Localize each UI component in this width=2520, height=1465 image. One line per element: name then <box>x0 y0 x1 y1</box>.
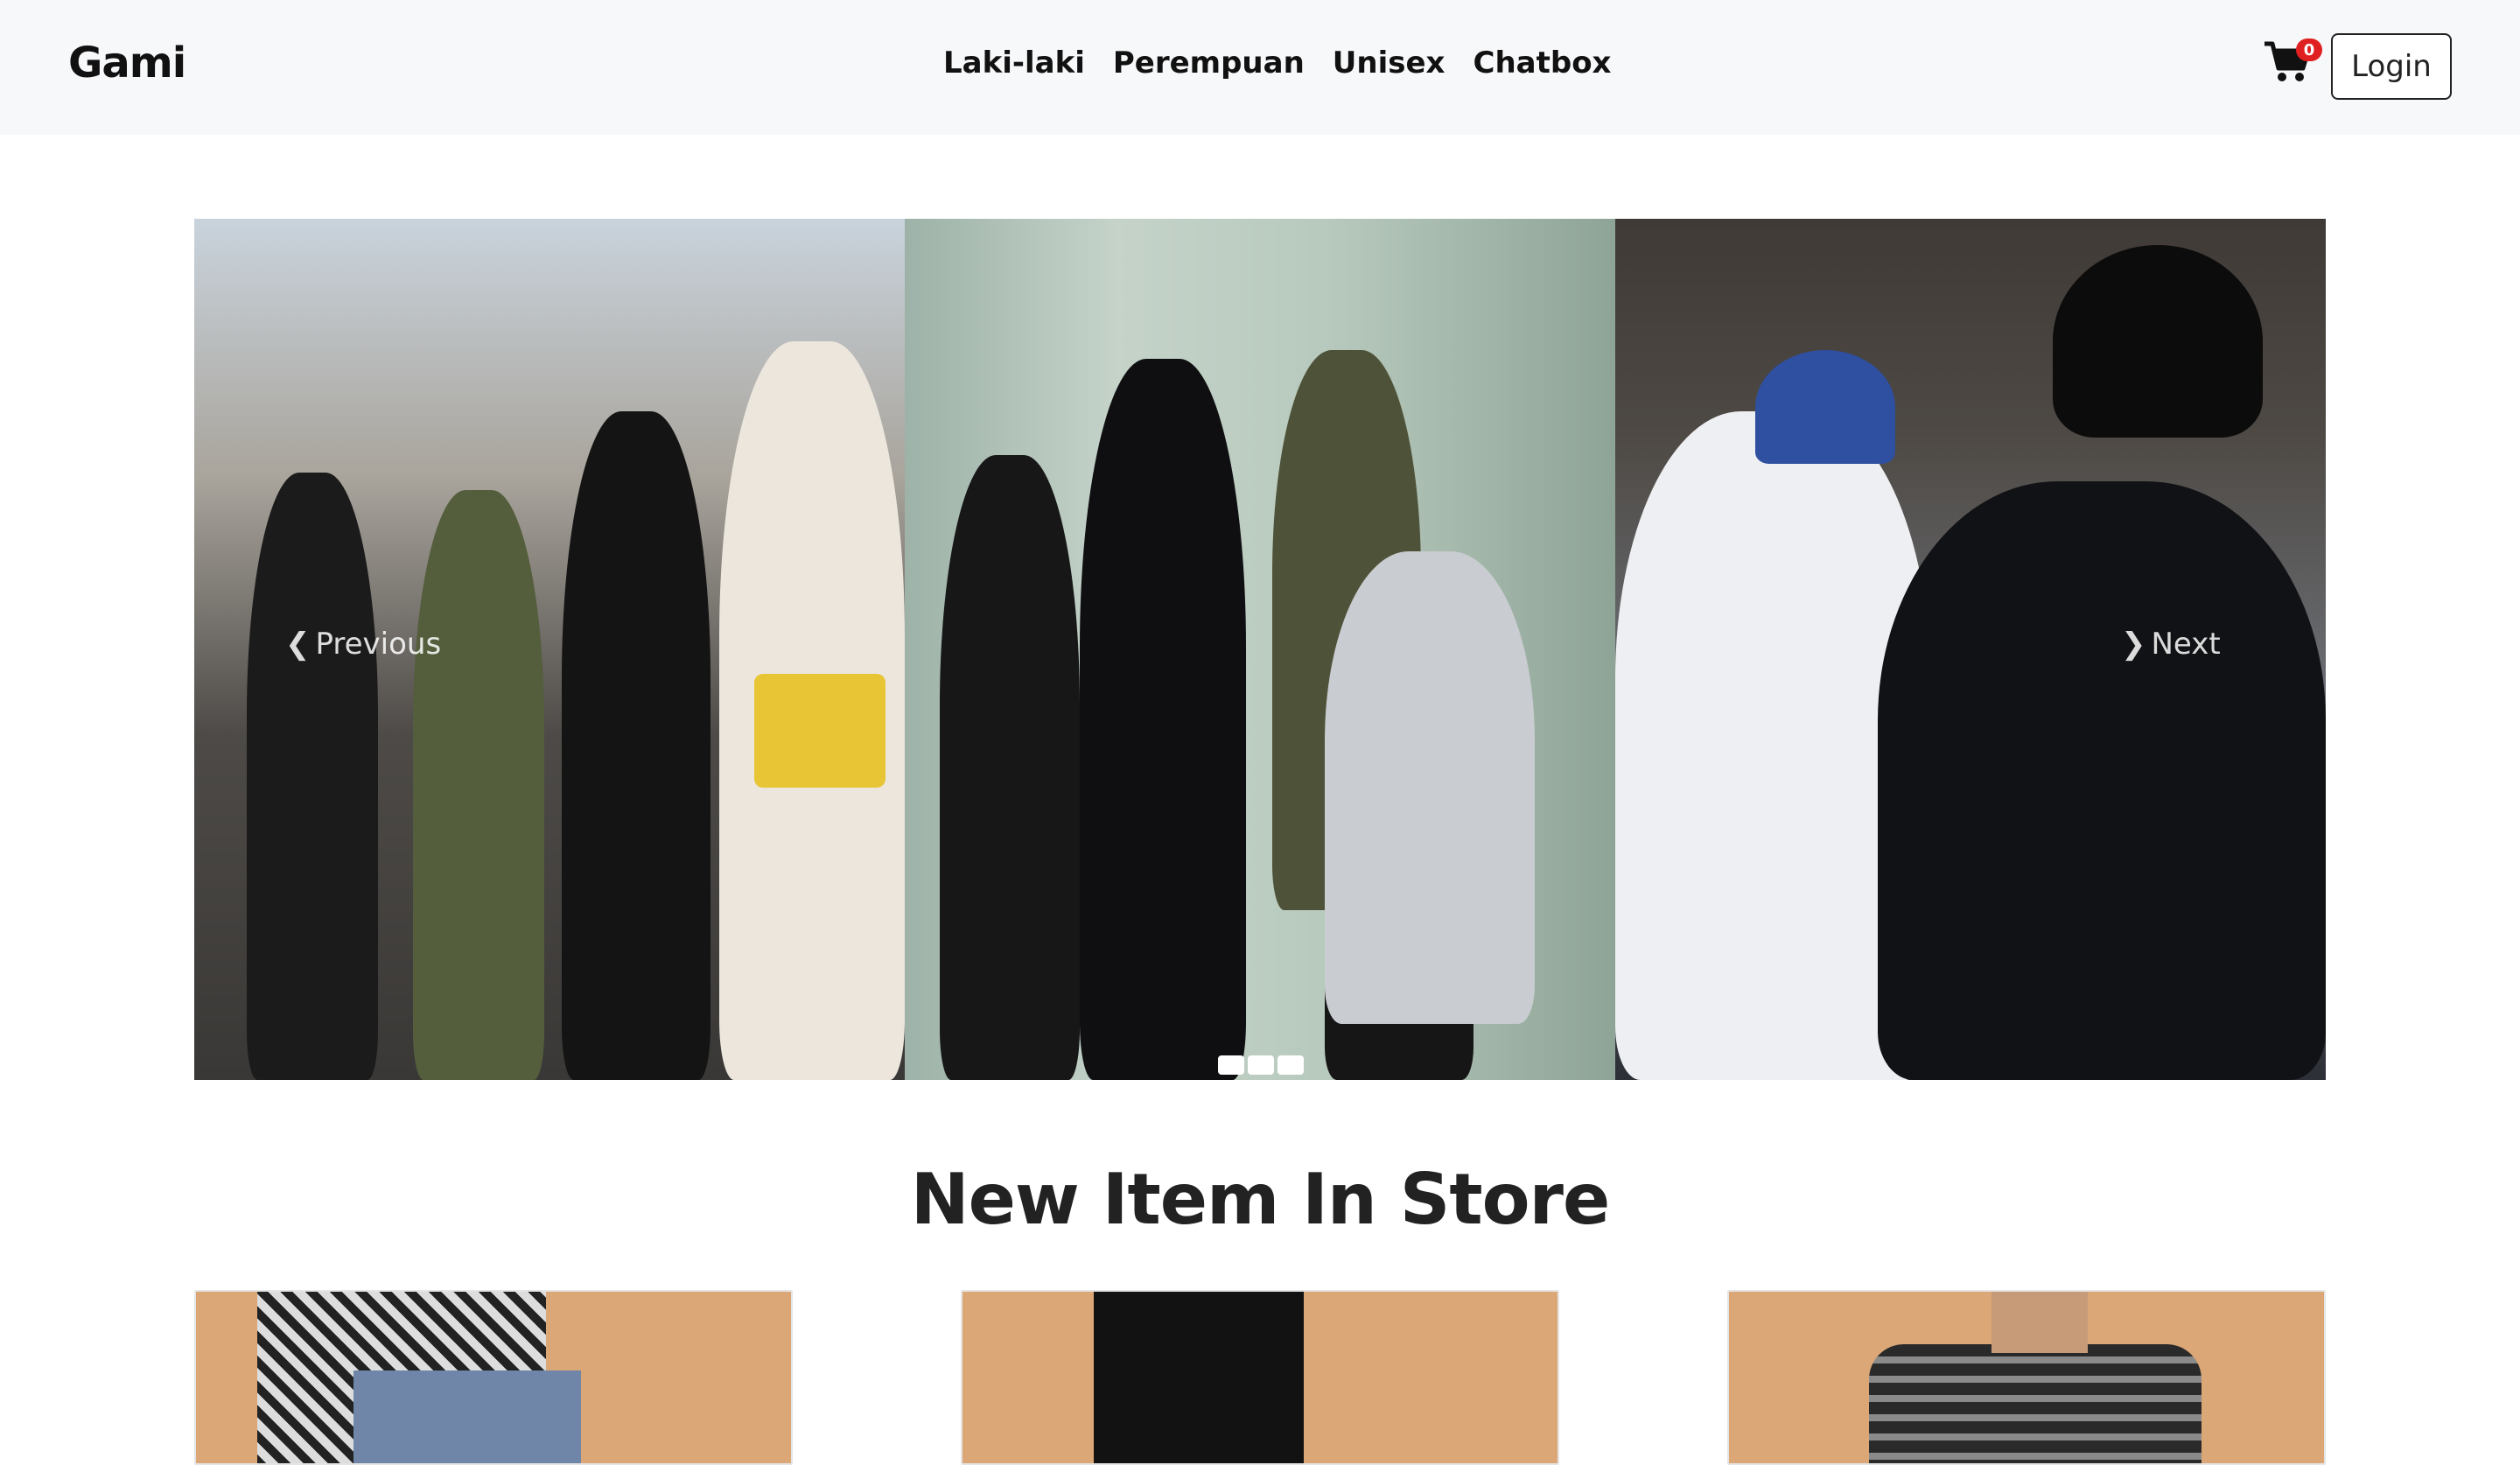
slide-figure <box>413 490 544 1080</box>
carousel-prev-label: Previous <box>315 627 442 662</box>
chevron-right-icon: ❯ <box>2121 627 2146 662</box>
slide-figure <box>1878 481 2326 1080</box>
carousel-next-label: Next <box>2151 627 2221 662</box>
product-image-neck <box>1992 1292 2088 1353</box>
nav-link-laki-laki[interactable]: Laki-laki <box>943 46 1085 81</box>
nav-link-perempuan[interactable]: Perempuan <box>1113 46 1305 81</box>
carousel-indicator[interactable] <box>1278 1055 1304 1075</box>
carousel-indicator[interactable] <box>1248 1055 1274 1075</box>
slide-figure <box>940 455 1080 1080</box>
carousel-prev-button[interactable]: ❮ Previous <box>285 627 441 662</box>
product-image-pants <box>1094 1292 1304 1463</box>
carousel-next-button[interactable]: ❯ Next <box>2121 627 2221 662</box>
cart-count-badge: 0 <box>2296 39 2322 61</box>
nav-link-chatbox[interactable]: Chatbox <box>1474 46 1612 81</box>
slide-beanie <box>1755 350 1895 464</box>
product-card[interactable] <box>1727 1290 2326 1465</box>
slide-figure <box>562 411 710 1080</box>
slide-bag <box>754 674 886 788</box>
slide-figure <box>1325 551 1535 1024</box>
chevron-left-icon: ❮ <box>285 627 311 662</box>
product-card[interactable] <box>961 1290 1559 1465</box>
slide-figure <box>247 473 378 1080</box>
main-nav: Laki-laki Perempuan Unisex Chatbox <box>943 46 1611 81</box>
nav-link-unisex[interactable]: Unisex <box>1333 46 1446 81</box>
product-card[interactable] <box>194 1290 793 1465</box>
cart-button[interactable]: 0 <box>2263 39 2322 88</box>
section-title: New Item In Store <box>910 1159 1611 1240</box>
login-button[interactable]: Login <box>2331 33 2452 100</box>
navbar: Gami Laki-laki Perempuan Unisex Chatbox … <box>0 0 2520 135</box>
brand-logo[interactable]: Gami <box>68 39 186 88</box>
product-image-polo <box>1869 1344 2202 1463</box>
slide-beanie <box>2053 245 2263 438</box>
carousel-indicators <box>1218 1055 1304 1075</box>
slide-figure <box>1080 359 1246 1080</box>
product-image-jeans <box>354 1370 581 1463</box>
carousel-slide <box>905 219 1615 1080</box>
hero-carousel <box>194 219 2326 1080</box>
product-grid <box>194 1290 2326 1465</box>
carousel-indicator[interactable] <box>1218 1055 1244 1075</box>
